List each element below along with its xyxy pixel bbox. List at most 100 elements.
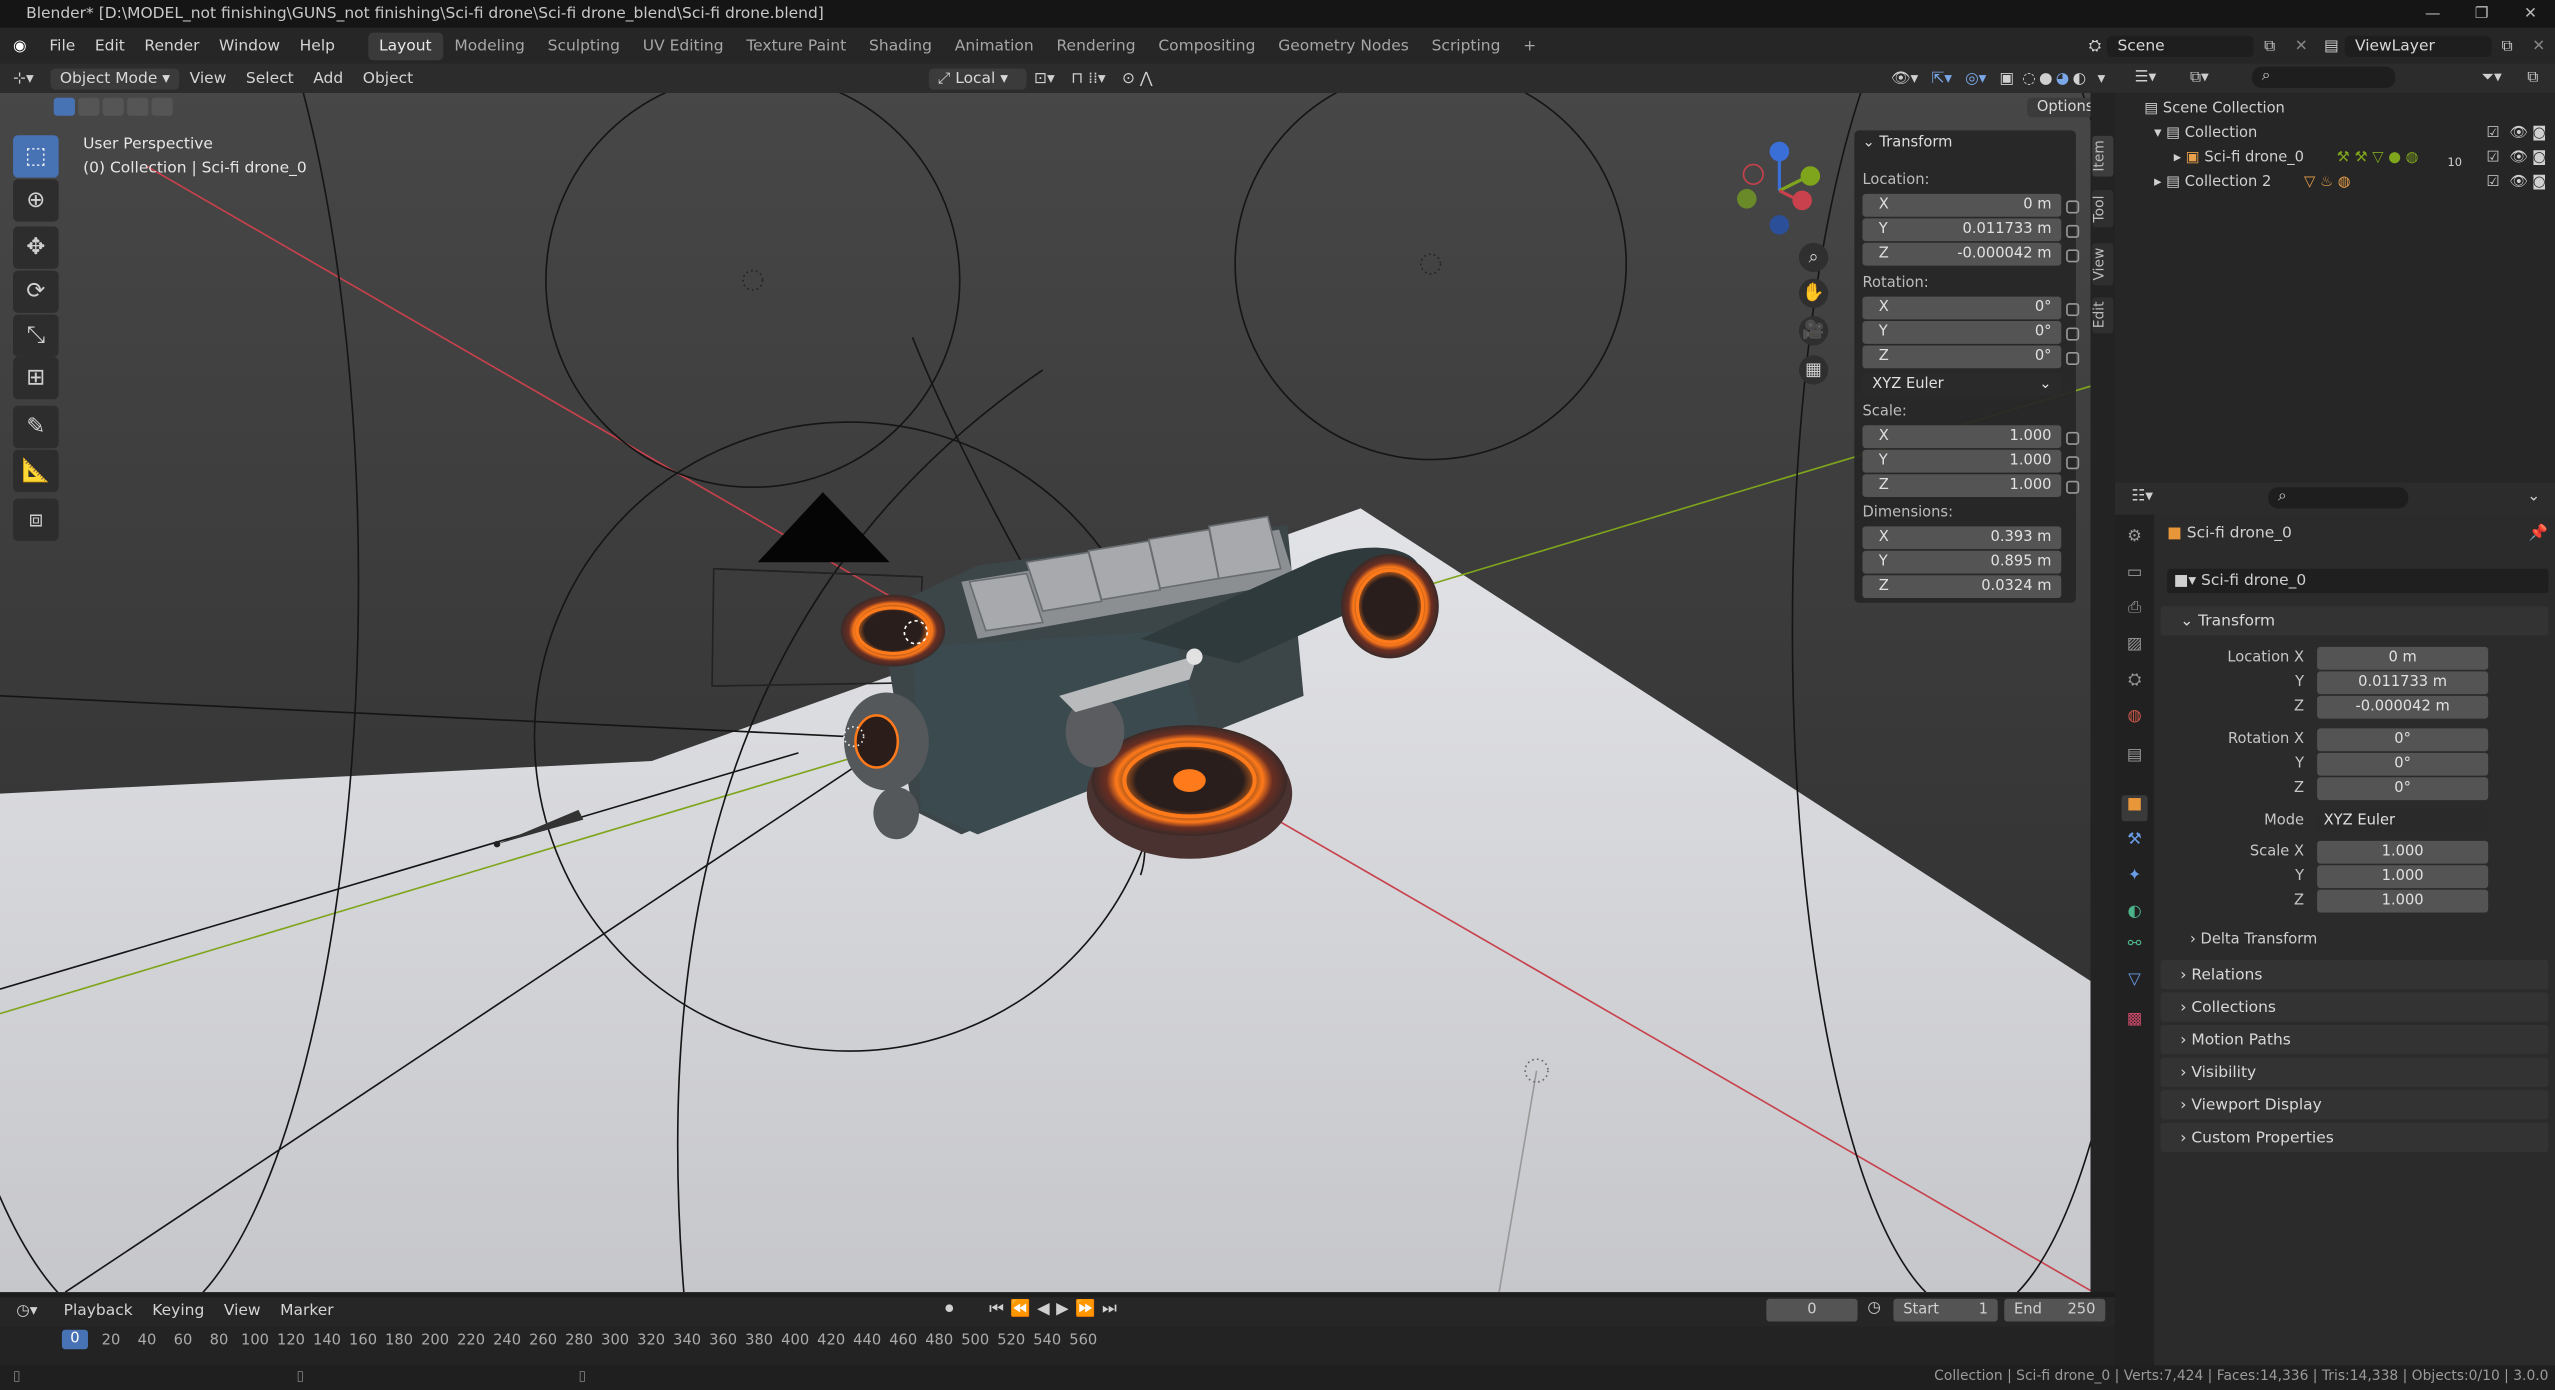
scale-tool-icon[interactable]: ⤡ (13, 314, 59, 357)
pivot-icon[interactable]: ⊡▾ (1026, 69, 1063, 87)
tab-view[interactable]: View (2092, 242, 2114, 286)
prev-keyframe-icon[interactable]: ⏪ (1010, 1300, 1030, 1318)
tab-rendering[interactable]: Rendering (1045, 32, 1147, 60)
proportional-edit-icon[interactable]: ⊙ ⋀ (1114, 69, 1161, 87)
3d-viewport[interactable]: User Perspective (0) Collection | Sci-fi… (0, 92, 2091, 1293)
prop-scale-x[interactable]: 1.000 (2317, 840, 2489, 864)
scene-selector[interactable]: Scene (2107, 35, 2255, 57)
section-collections[interactable]: › Collections (2160, 992, 2549, 1022)
prop-rotation-y[interactable]: 0° (2317, 752, 2489, 776)
new-scene-icon[interactable]: ⧉ (2254, 37, 2285, 55)
dimensions-z-field[interactable]: Z 0.0324 m (1862, 575, 2062, 599)
play-reverse-icon[interactable]: ◀ (1037, 1300, 1050, 1318)
dimensions-y-field[interactable]: Y 0.895 m (1862, 550, 2062, 574)
eye-icon[interactable]: 👁 (2509, 125, 2528, 141)
record-icon[interactable]: ⏺ (945, 1300, 953, 1318)
tab-modeling[interactable]: Modeling (443, 32, 536, 60)
eye-icon[interactable]: 👁 (2509, 174, 2528, 190)
tab-edit[interactable]: Edit (2092, 296, 2114, 334)
camera-view-icon[interactable]: 🎥 (1798, 316, 1829, 346)
restore-icon[interactable]: ❐ (2457, 5, 2506, 23)
ortho-toggle-icon[interactable]: ▦ (1798, 355, 1829, 385)
prop-scale-y[interactable]: 1.000 (2317, 865, 2489, 889)
checkbox-icon[interactable]: ☑ (2487, 174, 2500, 190)
timeline-ruler[interactable]: 20 40 60 80 100 120 140 160 180 200 220 240 260 280 30… (0, 1326, 2116, 1366)
lock-icon[interactable] (2066, 480, 2080, 494)
prop-rotation-x[interactable]: 0° (2317, 728, 2489, 752)
properties-search-input[interactable]: ⌕ (2268, 487, 2409, 509)
section-custom-properties[interactable]: › Custom Properties (2160, 1122, 2549, 1153)
menu-object[interactable]: Object (353, 69, 423, 87)
next-keyframe-icon[interactable]: ⏩ (1075, 1300, 1095, 1318)
menu-edit[interactable]: Edit (85, 37, 135, 55)
tab-texture-paint[interactable]: Texture Paint (735, 32, 858, 60)
data-tab-icon[interactable]: ▽ (2122, 971, 2148, 997)
object-mode-dropdown[interactable]: Object Mode ▾ (50, 67, 180, 89)
rotate-tool-icon[interactable]: ⟳ (13, 270, 59, 313)
delete-scene-icon[interactable]: ✕ (2285, 37, 2318, 55)
lock-icon[interactable] (2066, 224, 2080, 238)
object-name-field[interactable]: ■▾ Sci-fi drone_0 (2167, 568, 2549, 594)
tab-layout[interactable]: Layout (367, 31, 444, 60)
timeline-editor-icon[interactable]: ◷▾ (0, 1301, 54, 1319)
view-layer-tab-icon[interactable]: ▨ (2122, 636, 2148, 662)
prop-location-y[interactable]: 0.011733 m (2317, 671, 2489, 695)
gizmo-icon[interactable]: ⇱▾ (1925, 69, 1959, 87)
delta-transform-row[interactable]: › Delta Transform (2190, 932, 2317, 948)
section-relations[interactable]: › Relations (2160, 959, 2549, 990)
menu-file[interactable]: File (40, 37, 85, 55)
tab-sculpting[interactable]: Sculpting (536, 32, 631, 60)
rotation-y-field[interactable]: Y 0° (1862, 321, 2062, 344)
checkbox-icon[interactable]: ☑ (2487, 150, 2500, 166)
rendered-shading-icon[interactable]: ◐ (2071, 69, 2088, 87)
tab-tool[interactable]: Tool (2092, 190, 2114, 228)
tool-tab-icon[interactable]: ⚙ (2122, 528, 2148, 554)
annotate-tool-icon[interactable]: ✎ (13, 405, 59, 449)
options-dropdown[interactable]: Options (2027, 97, 2091, 118)
delete-viewlayer-icon[interactable]: ✕ (2522, 37, 2555, 55)
lock-icon[interactable] (2066, 456, 2080, 470)
menu-render[interactable]: Render (135, 37, 210, 55)
collection-tab-icon[interactable]: ▤ (2122, 746, 2148, 772)
overlay-icon[interactable]: ◎▾ (1959, 69, 1993, 87)
add-cube-tool-icon[interactable]: ⧈ (13, 498, 59, 542)
select-extend-icon[interactable] (78, 97, 100, 116)
outliner-row-collection[interactable]: ▾ ▤ Collection ☑ 👁 ◙ (2154, 125, 2555, 148)
outliner-row-drone[interactable]: ▸ ▣ Sci-fi drone_0 ⚒ ⚒ ▽ ● ◍ 10 ☑ 👁 ◙ (2174, 150, 2555, 173)
rotation-x-field[interactable]: X 0° (1862, 296, 2062, 320)
menu-playback[interactable]: Playback (54, 1301, 143, 1319)
prop-scale-z[interactable]: 1.000 (2317, 889, 2489, 913)
new-viewlayer-icon[interactable]: ⧉ (2492, 37, 2523, 55)
location-z-field[interactable]: Z -0.000042 m (1862, 242, 2062, 266)
blender-logo-icon[interactable]: ◉ (0, 37, 40, 55)
properties-editor-icon[interactable]: ☷▾ (2131, 487, 2153, 505)
section-visibility[interactable]: › Visibility (2160, 1057, 2549, 1087)
tab-compositing[interactable]: Compositing (1147, 32, 1267, 60)
prop-location-z[interactable]: -0.000042 m (2317, 695, 2489, 719)
location-x-field[interactable]: X 0 m (1862, 193, 2062, 217)
tab-animation[interactable]: Animation (943, 32, 1045, 60)
menu-view[interactable]: View (180, 69, 236, 87)
lock-icon[interactable] (2066, 200, 2080, 214)
lock-icon[interactable] (2066, 249, 2080, 263)
expand-icon[interactable]: ▸ (2154, 174, 2161, 190)
particles-tab-icon[interactable]: ✦ (2122, 867, 2148, 893)
menu-marker[interactable]: Marker (270, 1301, 343, 1319)
scale-y-field[interactable]: Y 1.000 (1862, 449, 2062, 473)
minimize-icon[interactable]: — (2408, 5, 2457, 23)
modifier-tab-icon[interactable]: ⚒ (2122, 831, 2148, 857)
new-collection-icon[interactable]: ⧉ (2527, 68, 2538, 86)
camera-icon[interactable]: ◙ (2532, 174, 2546, 190)
prop-location-x[interactable]: 0 m (2317, 646, 2489, 670)
scale-x-field[interactable]: X 1.000 (1862, 425, 2062, 449)
select-intersect-icon[interactable] (151, 97, 173, 116)
close-icon[interactable]: ✕ (2506, 5, 2555, 23)
menu-keying[interactable]: Keying (143, 1301, 215, 1319)
filter-icon[interactable]: ⏷▾ (2482, 68, 2502, 86)
camera-icon[interactable]: ◙ (2532, 125, 2546, 141)
orientation-dropdown[interactable]: ⤢ Local ▾ (928, 67, 1026, 89)
material-shading-icon[interactable]: ◕ (2054, 69, 2071, 87)
world-tab-icon[interactable]: ◍ (2122, 707, 2148, 733)
current-frame-field[interactable]: 0 (1766, 1298, 1858, 1322)
eye-icon[interactable]: 👁 (2509, 150, 2528, 166)
